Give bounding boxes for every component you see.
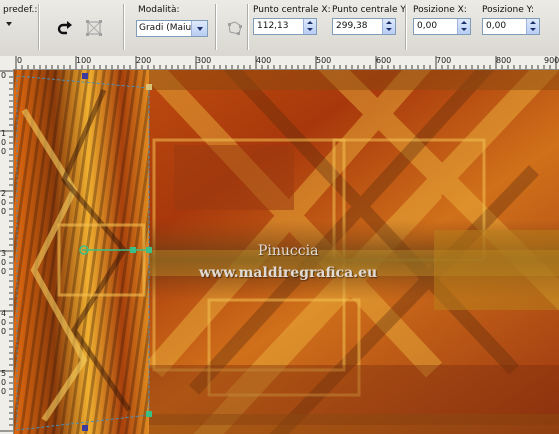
ruler-left-label: 2 0 0	[1, 189, 7, 216]
position-y-value: 0,00	[486, 21, 507, 31]
ruler-top-label: 800	[496, 56, 512, 65]
edit-nodes-icon[interactable]	[223, 16, 247, 40]
center-y-label: Punto centrale Y:	[332, 5, 408, 15]
reset-arrow-icon[interactable]	[53, 16, 77, 40]
spin-arrows-icon[interactable]	[382, 19, 395, 34]
ruler-top-label: 0	[17, 56, 23, 65]
center-y-value: 299,38	[336, 21, 368, 31]
ruler-left-label: 1 0 0	[1, 129, 7, 156]
center-x-input[interactable]: 112,13	[253, 18, 317, 35]
center-x-label: Punto centrale X:	[253, 5, 331, 15]
watermark-url: www.maldiregrafica.eu	[199, 265, 378, 281]
preset-label: predef.:	[3, 5, 38, 15]
ruler-top: 0 100 200 300 400 500 600 700 800 900	[0, 56, 559, 70]
separator	[215, 4, 216, 50]
spin-arrows-icon[interactable]	[303, 19, 316, 34]
position-x-value: 0,00	[417, 21, 438, 31]
spin-arrows-icon[interactable]	[526, 19, 539, 34]
mode-select-value: Gradi (Maiu:	[139, 23, 195, 33]
separator	[405, 4, 406, 50]
preset-dropdown-arrow[interactable]	[6, 22, 12, 26]
chevron-down-icon[interactable]	[191, 21, 207, 36]
separator	[123, 4, 124, 50]
center-x-value: 112,13	[257, 21, 289, 31]
ruler-top-label: 200	[136, 56, 152, 65]
mode-label: Modalità:	[138, 5, 180, 15]
ruler-top-label: 500	[316, 56, 332, 65]
ruler-top-label: 100	[76, 56, 92, 65]
position-y-label: Posizione Y:	[482, 5, 534, 15]
tool-options-bar: predef.: Modalità: Gradi (Maiu: Punto ce…	[0, 0, 559, 57]
watermark-name: Pinuccia	[258, 243, 319, 259]
separator	[247, 4, 248, 50]
position-x-label: Posizione X:	[413, 5, 467, 15]
image-canvas[interactable]: Pinuccia www.maldiregrafica.eu	[14, 70, 559, 434]
ruler-top-label: 400	[256, 56, 272, 65]
ruler-top-label: 300	[196, 56, 212, 65]
ruler-top-label: 600	[376, 56, 392, 65]
ruler-left-label: 5 0 0	[1, 369, 7, 396]
position-x-input[interactable]: 0,00	[413, 18, 471, 35]
separator	[38, 4, 39, 50]
ruler-left: 0 1 0 0 2 0 0 3 0 0 4 0 0 5 0 0	[0, 69, 14, 434]
ruler-left-label: 0	[1, 71, 7, 80]
position-y-input[interactable]: 0,00	[482, 18, 540, 35]
ruler-top-label: 700	[436, 56, 452, 65]
ruler-left-label: 3 0 0	[1, 249, 7, 276]
ruler-left-label: 4 0 0	[1, 309, 7, 336]
center-y-input[interactable]: 299,38	[332, 18, 396, 35]
deform-mode-icon[interactable]	[82, 16, 106, 40]
mode-select[interactable]: Gradi (Maiu:	[136, 20, 208, 37]
ruler-top-label: 900	[544, 56, 559, 65]
spin-arrows-icon[interactable]	[457, 19, 470, 34]
